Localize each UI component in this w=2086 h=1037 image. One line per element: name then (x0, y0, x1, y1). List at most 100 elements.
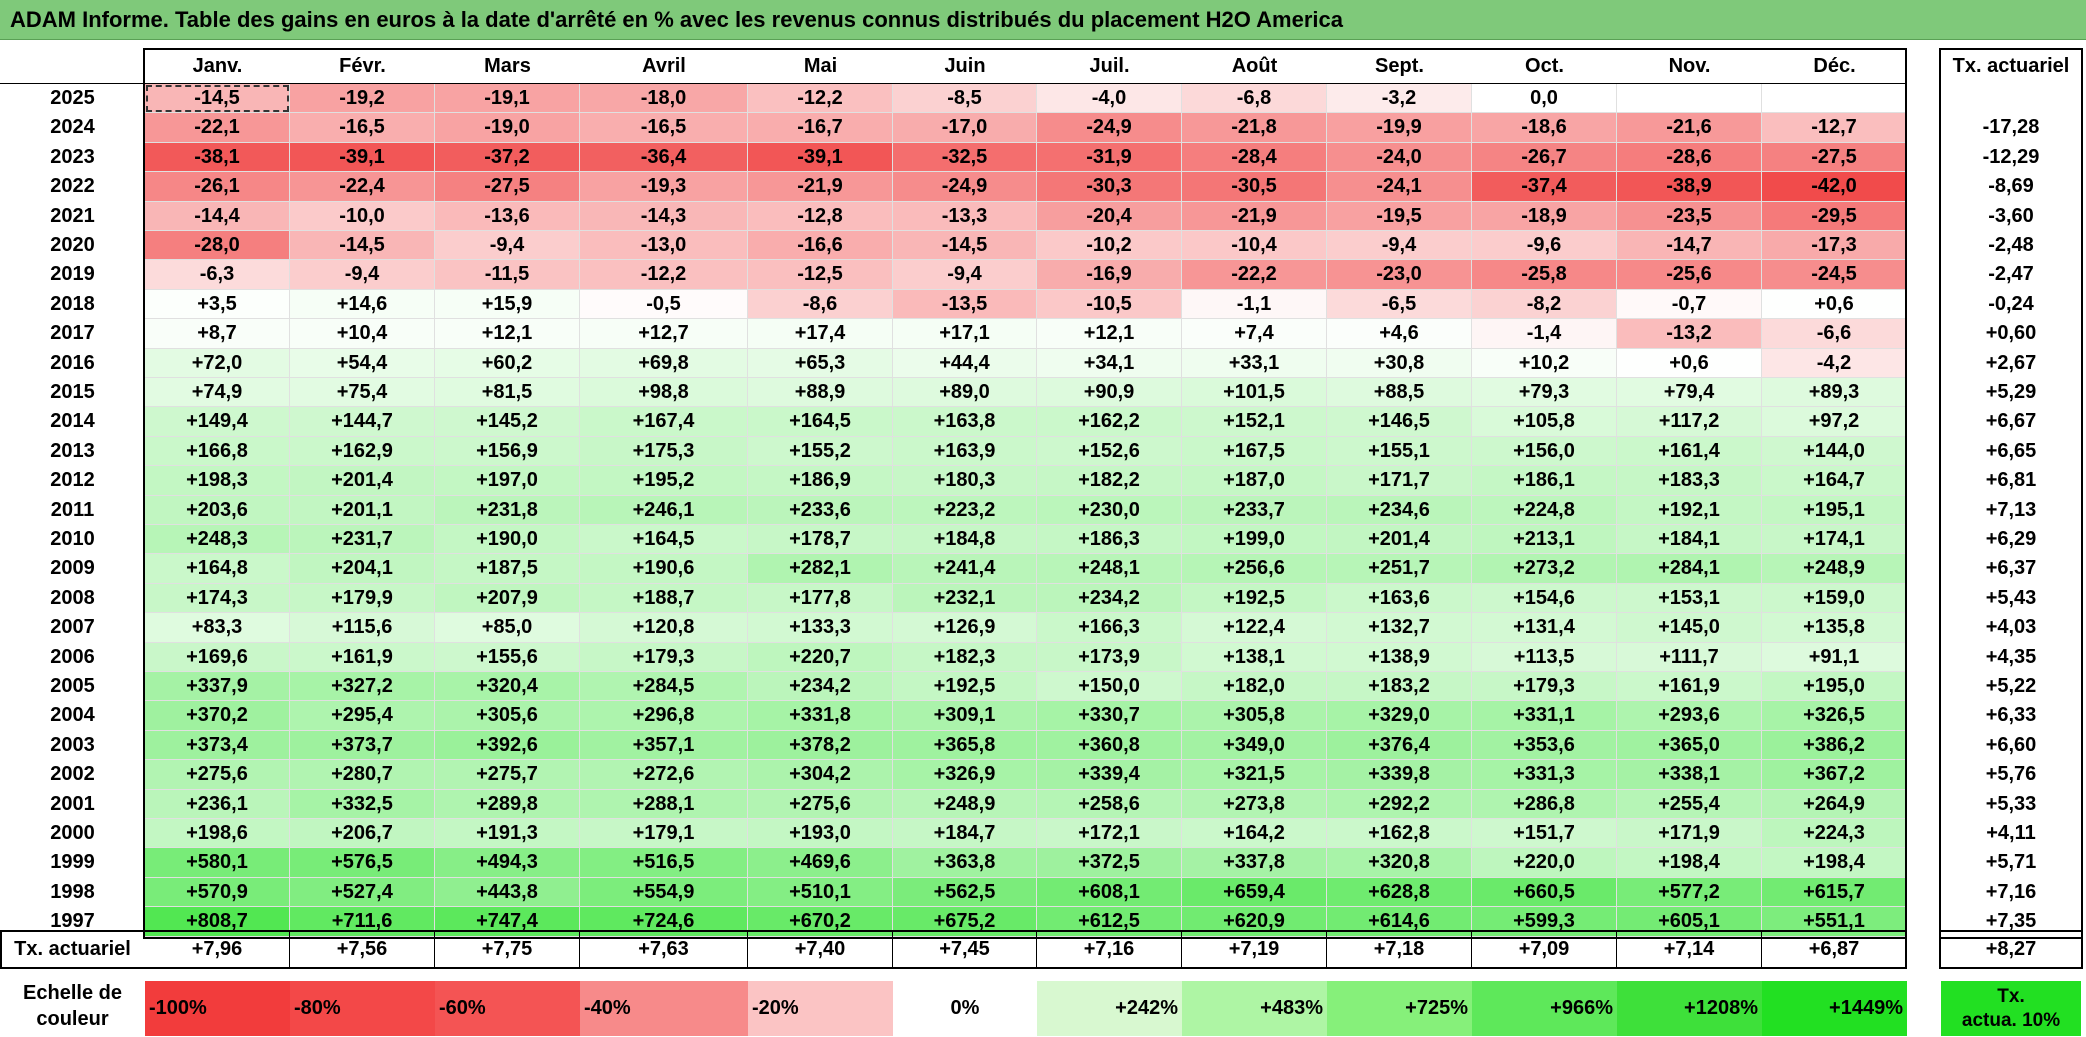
table-cell: +74,9 (145, 378, 290, 408)
table-cell: +14,6 (290, 289, 435, 320)
table-cell: -6,3 (145, 260, 290, 290)
table-cell: +357,1 (580, 730, 748, 761)
table-cell: +273,8 (1182, 789, 1327, 819)
year-label: 2003 (50, 733, 95, 756)
year-label: 2017 (50, 322, 95, 345)
table-cell: +234,2 (748, 672, 893, 702)
table-cell: +570,9 (145, 877, 290, 908)
table-cell: +660,5 (1472, 877, 1617, 908)
year-label: 2025 (50, 87, 95, 109)
table-cell: +309,1 (893, 701, 1037, 731)
table-cell: -23,0 (1327, 260, 1472, 290)
table-cell: +10,4 (290, 319, 435, 349)
table-cell: +198,4 (1762, 848, 1907, 878)
year-label: 1999 (50, 851, 95, 874)
row-rate: +5,71 (1985, 851, 2037, 874)
table-cell: +248,1 (1037, 554, 1182, 584)
footer-label: Tx. actuariel (14, 938, 131, 960)
row-rate: +6,60 (1985, 733, 2037, 756)
row-rate: +5,43 (1985, 586, 2037, 609)
color-scale-cell: 0% (893, 981, 1037, 1036)
table-cell: -6,6 (1762, 319, 1907, 349)
table-cell: +179,1 (580, 819, 748, 849)
table-cell: +192,1 (1617, 495, 1762, 525)
table-cell: +576,5 (290, 848, 435, 878)
table-cell: +577,2 (1617, 877, 1762, 908)
table-cell: +192,5 (893, 672, 1037, 702)
footer-rate: +7,19 (1182, 932, 1327, 967)
table-cell: -11,5 (435, 260, 580, 290)
footer-rate: +7,18 (1327, 932, 1472, 967)
table-cell: -38,1 (145, 142, 290, 173)
table-cell: +188,7 (580, 583, 748, 614)
table-cell: +91,1 (1762, 642, 1907, 672)
table-cell: +79,4 (1617, 378, 1762, 408)
footer-rate: +6,87 (1762, 932, 1907, 967)
row-rate: +6,81 (1985, 469, 2037, 492)
table-cell: +0,6 (1762, 289, 1907, 320)
table-cell: +220,7 (748, 642, 893, 672)
table-cell: +284,5 (580, 672, 748, 702)
footer-rate: +7,16 (1037, 932, 1182, 967)
table-cell: +184,1 (1617, 525, 1762, 555)
year-label: 2006 (50, 645, 95, 668)
table-cell: +628,8 (1327, 877, 1472, 908)
table-cell: +275,6 (748, 789, 893, 819)
table-cell: +79,3 (1472, 378, 1617, 408)
table-cell: +81,5 (435, 378, 580, 408)
table-cell: +90,9 (1037, 378, 1182, 408)
year-label: 1998 (50, 880, 95, 903)
table-cell: +372,5 (1037, 848, 1182, 878)
table-cell: +146,5 (1327, 407, 1472, 437)
table-cell: -9,6 (1472, 231, 1617, 261)
row-rate: +7,16 (1985, 880, 2037, 903)
table-cell: +378,2 (748, 730, 893, 761)
table-cell: -9,4 (893, 260, 1037, 290)
row-rate: +4,03 (1985, 616, 2037, 639)
table-cell: +187,0 (1182, 466, 1327, 496)
color-scale-cell: -80% (290, 981, 435, 1036)
table-cell: +195,0 (1762, 672, 1907, 702)
table-cell: +83,3 (145, 613, 290, 643)
table-cell: +184,7 (893, 819, 1037, 849)
table-cell: +289,8 (435, 789, 580, 819)
table-cell: +161,9 (1617, 672, 1762, 702)
footer-rate: +7,14 (1617, 932, 1762, 967)
table-cell: +192,5 (1182, 583, 1327, 614)
table-cell: +145,0 (1617, 613, 1762, 643)
month-header-3: Mars (484, 55, 531, 77)
table-cell: -13,2 (1617, 319, 1762, 349)
table-cell: +304,2 (748, 760, 893, 790)
row-rate: +5,22 (1985, 675, 2037, 697)
year-label: 2013 (50, 439, 95, 462)
table-cell: +233,6 (748, 495, 893, 525)
table-cell: +338,1 (1617, 760, 1762, 790)
table-cell: +329,0 (1327, 701, 1472, 731)
table-cell: +246,1 (580, 495, 748, 525)
table-cell: +122,4 (1182, 613, 1327, 643)
table-cell: -14,3 (580, 201, 748, 231)
year-label: 2019 (50, 263, 95, 286)
table-cell: -13,3 (893, 201, 1037, 231)
table-cell: +138,1 (1182, 642, 1327, 672)
table-cell: +256,6 (1182, 554, 1327, 584)
table-cell: -0,5 (580, 289, 748, 320)
table-cell: +516,5 (580, 848, 748, 878)
year-label: 2021 (50, 204, 95, 227)
table-cell: +580,1 (145, 848, 290, 878)
year-label: 2016 (50, 351, 95, 374)
row-rate: +6,65 (1985, 439, 2037, 462)
table-cell: +554,9 (580, 877, 748, 908)
table-cell: +230,0 (1037, 495, 1182, 525)
table-cell: +0,6 (1617, 348, 1762, 378)
table-cell: +386,2 (1762, 730, 1907, 761)
table-cell: -10,0 (290, 201, 435, 231)
table-cell: -19,9 (1327, 113, 1472, 143)
table-cell: +4,6 (1327, 319, 1472, 349)
table-cell: +288,1 (580, 789, 748, 819)
table-cell: +175,3 (580, 436, 748, 467)
year-label: 2008 (50, 586, 95, 609)
table-cell: +236,1 (145, 789, 290, 819)
table-cell: +180,3 (893, 466, 1037, 496)
table-cell: +367,2 (1762, 760, 1907, 790)
